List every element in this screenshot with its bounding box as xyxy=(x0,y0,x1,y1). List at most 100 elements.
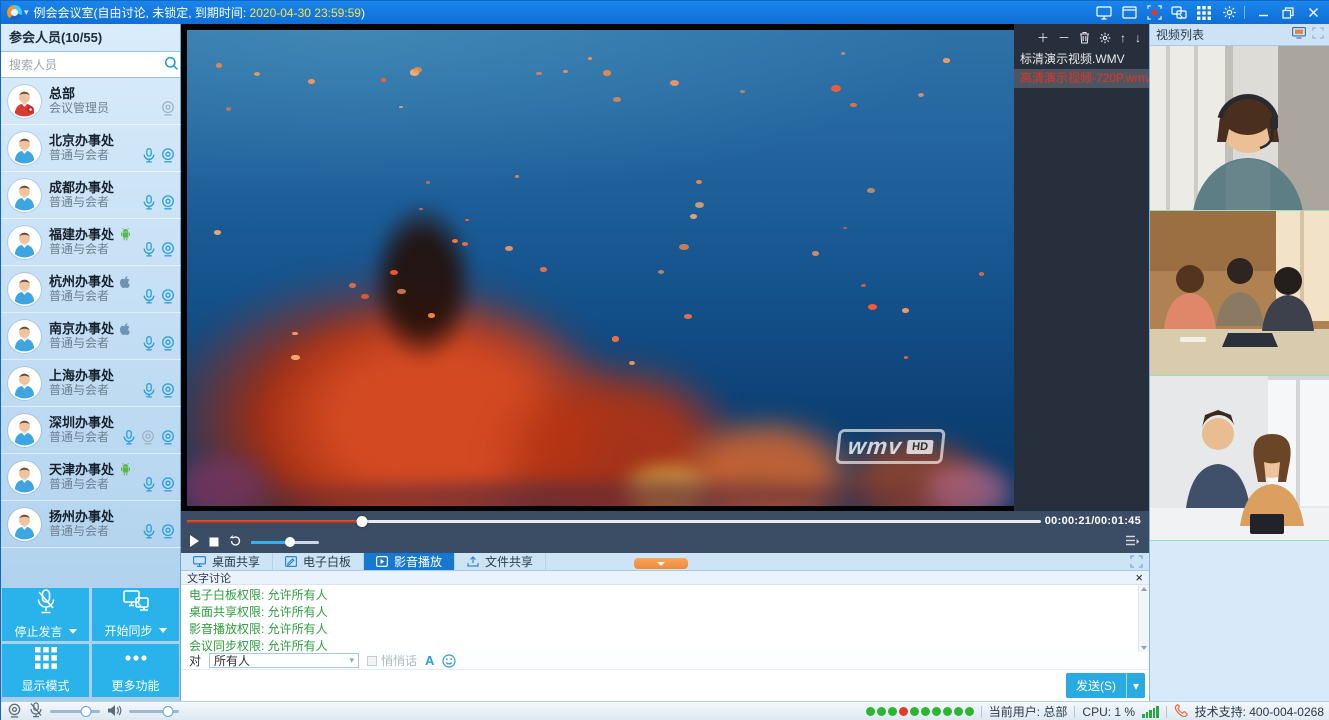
move-up-icon[interactable]: ↑ xyxy=(1120,31,1126,45)
camera-icon[interactable] xyxy=(161,430,175,445)
whisper-checkbox[interactable]: 悄悄话 xyxy=(367,652,417,669)
display-grid-icon[interactable] xyxy=(1193,4,1215,22)
mic-icon[interactable] xyxy=(143,242,155,257)
statusbar-mic-muted-icon[interactable] xyxy=(29,702,43,720)
chat-input[interactable]: 发送(S) ▾ xyxy=(181,670,1149,701)
participant-row[interactable]: 扬州办事处普通与会者 xyxy=(1,501,181,548)
volume-handle[interactable] xyxy=(285,537,295,547)
camera-icon[interactable] xyxy=(161,289,175,304)
add-file-icon[interactable]: ＋ xyxy=(1037,29,1049,46)
participant-row[interactable]: 天津办事处普通与会者 xyxy=(1,454,181,501)
connection-dot xyxy=(921,707,930,716)
more-dots-button[interactable]: 更多功能 xyxy=(92,644,179,697)
camera-icon[interactable] xyxy=(161,383,175,398)
tab-desktop-share[interactable]: 桌面共享 xyxy=(181,553,273,570)
expand-panel-icon[interactable] xyxy=(1130,555,1143,568)
move-down-icon[interactable]: ↓ xyxy=(1135,31,1141,45)
chevron-down-icon[interactable] xyxy=(69,629,77,634)
loop-button[interactable] xyxy=(229,535,241,550)
support-phone-icon xyxy=(1174,703,1188,720)
recipient-select[interactable]: 所有人▾ xyxy=(209,653,359,668)
sync-screens-button[interactable]: 开始同步 xyxy=(92,588,179,641)
playlist-item[interactable]: 标清演示视频.WMV xyxy=(1014,50,1149,69)
tab-media-playback[interactable]: 影音播放 xyxy=(364,553,455,570)
camera-icon[interactable] xyxy=(161,148,175,163)
tab-whiteboard[interactable]: 电子白板 xyxy=(273,553,364,570)
remove-file-icon[interactable]: － xyxy=(1058,29,1070,46)
camera-icon[interactable] xyxy=(161,195,175,210)
video-mode-icon[interactable] xyxy=(1292,27,1306,42)
mic-icon[interactable] xyxy=(143,148,155,163)
seek-bar[interactable] xyxy=(187,520,1041,523)
video-list-header: 视频列表 xyxy=(1150,24,1329,46)
tab-file-share[interactable]: 文件共享 xyxy=(455,553,546,570)
chevron-down-icon[interactable]: ▾ xyxy=(24,7,29,18)
camera-icon[interactable] xyxy=(161,477,175,492)
participant-row[interactable]: 总部会议管理员 xyxy=(1,78,181,125)
sync-screens-icon[interactable] xyxy=(1168,4,1190,22)
minimize-icon[interactable] xyxy=(1252,4,1274,22)
media-video[interactable]: wmv HD xyxy=(187,30,1014,506)
camera-icon[interactable] xyxy=(161,242,175,257)
camera-icon[interactable] xyxy=(141,430,155,445)
mic-volume-slider[interactable] xyxy=(50,710,100,713)
participant-row[interactable]: 南京办事处普通与会者 xyxy=(1,313,181,360)
participant-row[interactable]: 杭州办事处普通与会者 xyxy=(1,266,181,313)
mic-icon[interactable] xyxy=(143,195,155,210)
playlist-toggle-icon[interactable] xyxy=(1126,535,1139,549)
camera-icon[interactable] xyxy=(161,101,175,116)
participant-name: 深圳办事处 xyxy=(49,415,175,430)
camera-icon[interactable] xyxy=(161,336,175,351)
font-button[interactable]: A xyxy=(425,653,434,668)
play-button[interactable] xyxy=(189,535,199,550)
stop-button[interactable] xyxy=(209,536,219,550)
chevron-down-icon[interactable] xyxy=(159,628,167,633)
emoji-icon[interactable] xyxy=(442,654,456,668)
restore-icon[interactable] xyxy=(1277,4,1299,22)
send-button[interactable]: 发送(S) ▾ xyxy=(1066,673,1145,698)
mic-icon[interactable] xyxy=(143,289,155,304)
search-input[interactable] xyxy=(9,58,164,72)
video-tile-3[interactable] xyxy=(1150,376,1329,541)
playlist-settings-icon[interactable] xyxy=(1099,32,1111,44)
camera-icon[interactable] xyxy=(161,524,175,539)
chat-header: 文字讨论 × xyxy=(181,571,1149,585)
screen-share-icon[interactable] xyxy=(1093,4,1115,22)
close-icon[interactable] xyxy=(1302,4,1324,22)
participant-search[interactable] xyxy=(1,52,180,78)
video-tile-1[interactable] xyxy=(1150,46,1329,211)
playlist-item[interactable]: 高清演示视频-720P.wmv删除 xyxy=(1014,69,1149,88)
mic-icon[interactable] xyxy=(143,336,155,351)
panel-expand-icon[interactable] xyxy=(1312,27,1324,42)
clear-list-icon[interactable] xyxy=(1079,31,1090,44)
mic-volume-handle[interactable] xyxy=(81,706,92,717)
seek-handle[interactable] xyxy=(357,516,368,527)
window-mode-icon[interactable] xyxy=(1118,4,1140,22)
mic-icon[interactable] xyxy=(123,430,135,445)
mic-icon[interactable] xyxy=(143,524,155,539)
chat-close-icon[interactable]: × xyxy=(1135,573,1143,583)
speaker-icon[interactable] xyxy=(107,704,122,720)
participant-row[interactable]: 成都办事处普通与会者 xyxy=(1,172,181,219)
player-volume-slider[interactable] xyxy=(251,541,319,544)
video-tile-2[interactable] xyxy=(1150,211,1329,376)
record-icon[interactable] xyxy=(1143,4,1165,22)
mic-muted-button[interactable]: 停止发言 xyxy=(2,588,89,641)
participant-row[interactable]: 深圳办事处普通与会者 xyxy=(1,407,181,454)
checkbox-icon[interactable] xyxy=(367,656,377,666)
participant-row[interactable]: 福建办事处普通与会者 xyxy=(1,219,181,266)
send-options-icon[interactable]: ▾ xyxy=(1126,673,1145,698)
statusbar-camera-icon[interactable] xyxy=(7,703,22,720)
speaker-volume-slider[interactable] xyxy=(129,710,179,713)
mic-icon[interactable] xyxy=(143,477,155,492)
settings-gear-icon[interactable] xyxy=(1218,4,1240,22)
speaker-volume-handle[interactable] xyxy=(163,706,174,717)
chat-collapse-handle[interactable] xyxy=(634,558,688,569)
mic-icon[interactable] xyxy=(143,383,155,398)
more-dots-icon xyxy=(122,647,150,672)
participant-row[interactable]: 北京办事处普通与会者 xyxy=(1,125,181,172)
chat-scrollbar[interactable] xyxy=(1138,585,1149,652)
display-grid-button[interactable]: 显示模式 xyxy=(2,644,89,697)
search-icon[interactable] xyxy=(164,56,179,74)
participant-row[interactable]: 上海办事处普通与会者 xyxy=(1,360,181,407)
